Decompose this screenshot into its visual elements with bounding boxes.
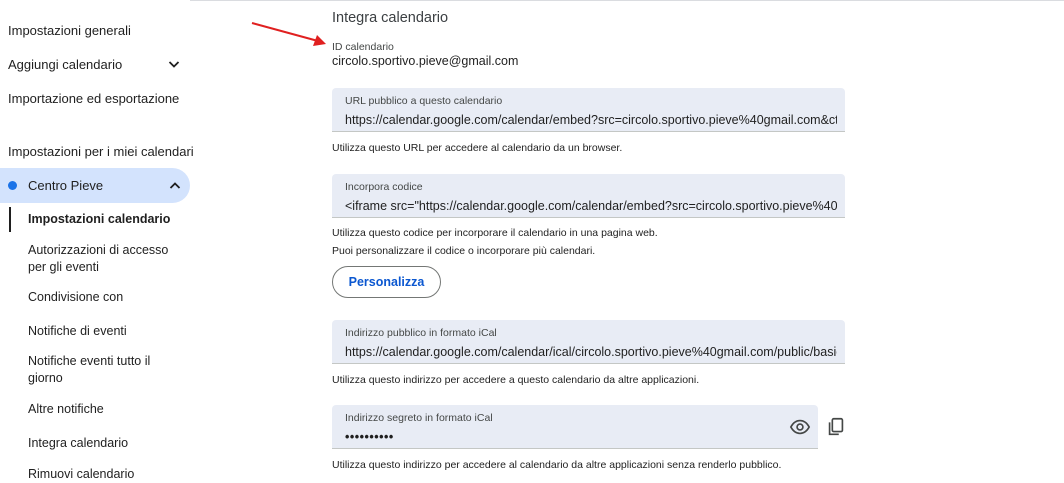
ical-public-value[interactable]: https://calendar.google.com/calendar/ica… [345,345,837,359]
my-calendars-section-title: Impostazioni per i miei calendari [8,144,194,159]
embed-code-value[interactable]: <iframe src="https://calendar.google.com… [345,199,837,213]
settings-sidebar: Impostazioni generali Aggiungi calendari… [0,0,200,481]
subnav-allday-notifications[interactable]: Notifiche eventi tutto il giorno [28,353,178,387]
active-indicator [9,207,11,232]
eye-icon[interactable] [789,416,811,438]
customize-button[interactable]: Personalizza [332,266,441,298]
subnav-integrate-calendar[interactable]: Integra calendario [28,435,178,452]
ical-public-label: Indirizzo pubblico in formato iCal [345,327,497,339]
ical-secret-label: Indirizzo segreto in formato iCal [345,412,493,424]
chevron-down-icon[interactable] [165,55,183,73]
subnav-access-permissions[interactable]: Autorizzazioni di accesso per gli eventi [28,242,178,276]
calendar-id-label: ID calendario [332,41,394,53]
integrate-calendar-section: Integra calendario ID calendario circolo… [332,0,1064,475]
subnav-event-notifications[interactable]: Notifiche di eventi [28,323,178,340]
public-url-value[interactable]: https://calendar.google.com/calendar/emb… [345,113,837,127]
chevron-up-icon[interactable] [166,177,184,195]
subnav-other-notifications[interactable]: Altre notifiche [28,401,178,418]
calendar-item-centro-pieve[interactable]: Centro Pieve [0,168,190,203]
ical-secret-field[interactable]: Indirizzo segreto in formato iCal ••••••… [332,405,818,449]
embed-code-field[interactable]: Incorpora codice <iframe src="https://ca… [332,174,845,218]
embed-code-label: Incorpora codice [345,181,423,193]
copy-icon[interactable] [825,416,847,438]
calendar-id-value[interactable]: circolo.sportivo.pieve@gmail.com [332,54,518,68]
annotation-arrow [251,22,326,46]
ical-secret-value[interactable]: •••••••••• [345,430,810,444]
ical-public-help: Utilizza questo indirizzo per accedere a… [332,374,700,386]
subnav-share-with[interactable]: Condivisione con [28,289,178,306]
public-url-help: Utilizza questo URL per accedere al cale… [332,142,623,154]
calendar-name: Centro Pieve [28,178,104,193]
embed-code-help: Utilizza questo codice per incorporare i… [332,227,658,239]
ical-public-field[interactable]: Indirizzo pubblico in formato iCal https… [332,320,845,364]
public-url-label: URL pubblico a questo calendario [345,95,503,107]
nav-import-export[interactable]: Importazione ed esportazione [8,91,179,106]
nav-add-calendar[interactable]: Aggiungi calendario [8,57,122,72]
public-url-field[interactable]: URL pubblico a questo calendario https:/… [332,88,845,132]
calendar-color-dot [8,181,17,190]
ical-secret-help: Utilizza questo indirizzo per accedere a… [332,459,782,471]
embed-code-help-2: Puoi personalizzare il codice o incorpor… [332,245,596,257]
section-title: Integra calendario [332,10,449,26]
subnav-calendar-settings[interactable]: Impostazioni calendario [28,211,178,228]
nav-general-settings[interactable]: Impostazioni generali [8,23,131,38]
